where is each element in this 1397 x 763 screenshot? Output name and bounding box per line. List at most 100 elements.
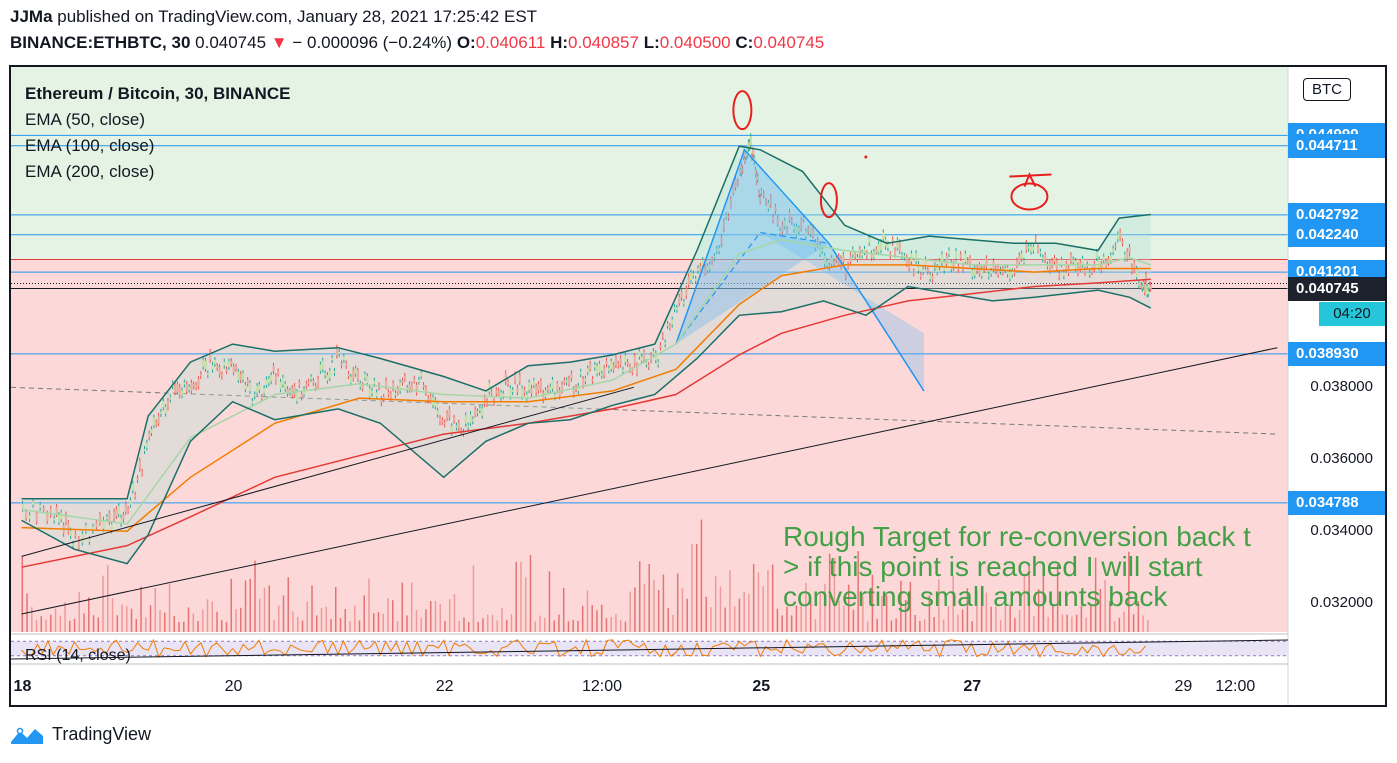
open-value: 0.040611	[475, 33, 546, 52]
candle-body	[105, 516, 109, 519]
candle-body	[113, 511, 116, 520]
candle-body	[127, 509, 130, 512]
rsi-label[interactable]: RSI (14, close)	[25, 647, 131, 665]
volume-bar	[596, 610, 598, 632]
candle-body	[32, 501, 35, 505]
candle-body	[560, 384, 564, 391]
candle-body	[373, 380, 376, 384]
candle-body	[356, 370, 360, 380]
hline-price-label[interactable]: 0.044711	[1288, 133, 1385, 158]
candle-body	[361, 384, 364, 389]
volume-bar	[919, 620, 921, 632]
volume-bar	[439, 603, 441, 632]
candle-body	[631, 370, 634, 373]
candle-body	[652, 351, 655, 355]
candle-body	[532, 380, 536, 386]
candle-body	[403, 375, 407, 380]
currency-badge[interactable]: BTC	[1303, 78, 1351, 101]
candle-body	[971, 270, 974, 277]
bar-countdown-label: 04:20	[1319, 301, 1385, 326]
candle-body	[375, 392, 378, 397]
volume-bar	[316, 615, 318, 632]
candle-body	[88, 538, 91, 542]
candle-body	[265, 379, 268, 385]
hline-price-label[interactable]: 0.034788	[1288, 490, 1385, 515]
candle-body	[549, 386, 552, 391]
candle-body	[659, 345, 662, 348]
candle-body	[389, 393, 392, 398]
candle-body	[1135, 268, 1138, 278]
candle-body	[600, 373, 604, 376]
volume-bar	[558, 614, 560, 632]
hline-price-label[interactable]: 0.042240	[1288, 222, 1385, 247]
candle-body	[685, 288, 688, 296]
price-tick-label: 0.038000	[1310, 378, 1373, 396]
volume-bar	[140, 586, 142, 632]
legend-ema200[interactable]: EMA (200, close)	[25, 159, 290, 185]
volume-bar	[202, 609, 204, 632]
volume-bar	[866, 621, 869, 632]
volume-bar	[648, 563, 650, 632]
candle-body	[664, 342, 667, 345]
candle-body	[530, 387, 533, 394]
footer-brand[interactable]: TradingView	[52, 724, 151, 745]
candle-body	[464, 415, 468, 424]
candle-body	[134, 494, 137, 497]
volume-bar	[491, 614, 494, 632]
volume-bar	[259, 598, 261, 632]
candle-body	[448, 409, 451, 418]
candle-body	[331, 357, 334, 360]
candle-body	[535, 386, 538, 393]
volume-bar	[505, 619, 508, 632]
candle-body	[176, 384, 179, 392]
candle-body	[69, 530, 72, 536]
candle-body	[244, 384, 247, 390]
chart-frame[interactable]: Ethereum / Bitcoin, 30, BINANCE EMA (50,…	[9, 65, 1387, 707]
candle-body	[619, 358, 622, 365]
candle-body	[216, 365, 219, 368]
open-label: O:	[456, 33, 476, 52]
volume-bar	[88, 597, 90, 632]
volume-bar	[216, 611, 218, 632]
legend-ema100[interactable]: EMA (100, close)	[25, 133, 290, 159]
volume-bar	[401, 582, 403, 632]
volume-bar	[225, 621, 228, 632]
candle-body	[141, 471, 144, 474]
volume-bar	[781, 615, 783, 632]
candle-body	[469, 414, 472, 424]
candle-body	[877, 243, 880, 253]
candle-body	[190, 382, 193, 391]
volume-bar	[54, 608, 57, 632]
volume-bar	[1071, 616, 1073, 632]
candle-body	[188, 387, 191, 390]
annotation-line-1: Rough Target for re-conversion back t	[783, 521, 1251, 552]
volume-bar	[653, 579, 655, 632]
candle-body	[122, 514, 125, 520]
volume-bar	[752, 564, 755, 632]
candle-body	[568, 378, 571, 384]
volume-bar	[672, 614, 674, 632]
volume-bar	[235, 609, 237, 632]
candle-body	[954, 251, 958, 259]
candle-body	[305, 383, 308, 387]
candle-body	[610, 361, 613, 369]
candle-body	[258, 384, 261, 390]
candle-body	[422, 385, 425, 388]
last-price-label[interactable]: 0.040745	[1288, 276, 1385, 301]
legend-title[interactable]: Ethereum / Bitcoin, 30, BINANCE	[25, 81, 290, 107]
candle-body	[164, 407, 167, 414]
candle-body	[249, 383, 252, 391]
candle-body	[115, 509, 118, 517]
candle-body	[1144, 274, 1148, 280]
candle-body	[668, 325, 672, 328]
candle-body	[553, 394, 557, 398]
candle-body	[640, 356, 643, 361]
volume-bar	[358, 620, 361, 632]
candle-body	[277, 371, 280, 374]
legend-ema50[interactable]: EMA (50, close)	[25, 107, 290, 133]
low-value: 0.040500	[659, 33, 731, 52]
volume-bar	[187, 607, 190, 632]
hline-price-label[interactable]: 0.038930	[1288, 341, 1385, 366]
volume-bar	[69, 620, 71, 632]
candle-body	[856, 257, 859, 260]
